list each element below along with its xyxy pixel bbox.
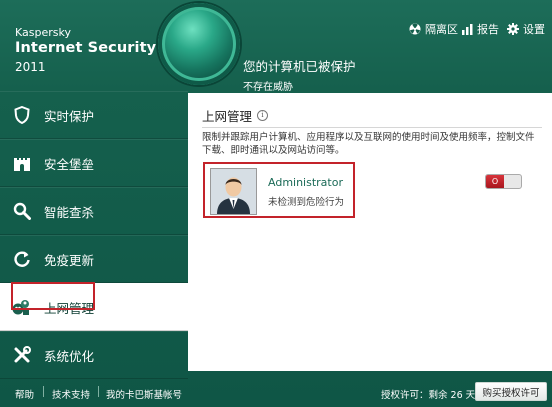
bar-chart-icon [462,23,473,35]
brand-year: 2011 [15,59,46,74]
user-status: 未检测到危险行为 [268,197,345,208]
radiation-icon [409,23,421,35]
reports-label: 报告 [477,23,499,36]
buy-license-label: 购买授权许可 [482,387,540,399]
protection-status: 您的计算机已被保护 不存在威胁 [243,56,356,93]
separator [98,386,99,397]
sidebar-item-system-optimization[interactable]: 系统优化 [0,331,188,379]
tools-icon [0,346,44,364]
sidebar-item-immunity-update[interactable]: 免疫更新 [0,235,188,283]
quarantine-label: 隔离区 [425,23,458,36]
quarantine-button[interactable]: 隔离区 [409,21,458,37]
footer-bar: 帮助 技术支持 我的卡巴斯基帐号 授权许可：剩余 26 天 购买授权许可 [0,376,552,407]
sidebar-item-realtime-protection[interactable]: 实时保护 [0,91,188,139]
protection-status-icon[interactable] [158,3,240,85]
parental-control-toggle[interactable]: O [485,174,522,189]
separator [43,386,44,397]
settings-label: 设置 [523,23,545,36]
kaspersky-window: Kaspersky Internet Security 2011 您的计算机已被… [0,0,552,407]
panel-title: 上网管理 i [202,106,269,125]
panel-description: 限制并跟踪用户计算机、应用程序以及互联网的使用时间及使用频率，控制文件下载、即时… [202,132,535,156]
brand-logo: Kaspersky Internet Security 2011 [15,27,156,73]
brand-line1: Kaspersky [15,26,71,39]
reports-button[interactable]: 报告 [462,21,499,37]
magnifier-icon [0,202,44,220]
avatar[interactable] [210,168,257,215]
my-account-link[interactable]: 我的卡巴斯基帐号 [106,387,182,401]
sidebar-item-security-fortress[interactable]: 安全堡垒 [0,139,188,187]
status-title: 您的计算机已被保护 [243,59,356,74]
sidebar-item-smart-scan[interactable]: 智能查杀 [0,187,188,235]
toggle-knob: O [486,175,504,188]
highlight-frame [11,282,95,310]
sidebar-item-label: 安全堡垒 [44,156,95,172]
license-status[interactable]: 授权许可：剩余 26 天 [381,387,475,401]
refresh-icon [0,250,44,268]
shield-icon [0,106,44,124]
castle-icon [0,154,44,172]
help-link[interactable]: 帮助 [15,387,34,401]
support-link[interactable]: 技术支持 [52,387,90,401]
sidebar-item-label: 实时保护 [44,108,95,124]
user-name-link[interactable]: Administrator [268,176,343,189]
sidebar-item-label: 智能查杀 [44,204,95,220]
settings-button[interactable]: 设置 [507,21,545,37]
status-subtitle: 不存在威胁 [243,82,293,93]
toggle-label: O [491,177,499,186]
panel-title-text: 上网管理 [202,109,253,124]
info-icon[interactable]: i [257,110,269,121]
sidebar-item-label: 免疫更新 [44,252,95,268]
brand-product-name: Internet Security [15,40,157,56]
buy-license-button[interactable]: 购买授权许可 [475,382,547,401]
gear-icon [507,23,519,35]
sidebar-menu: 实时保护 安全堡垒 智能查杀 免疫更新 上网管理 系统优化 [0,91,188,379]
content-panel: 上网管理 i 限制并跟踪用户计算机、应用程序以及互联网的使用时间及使用频率，控制… [188,93,552,371]
divider [202,127,542,128]
sidebar-item-label: 系统优化 [44,348,95,364]
